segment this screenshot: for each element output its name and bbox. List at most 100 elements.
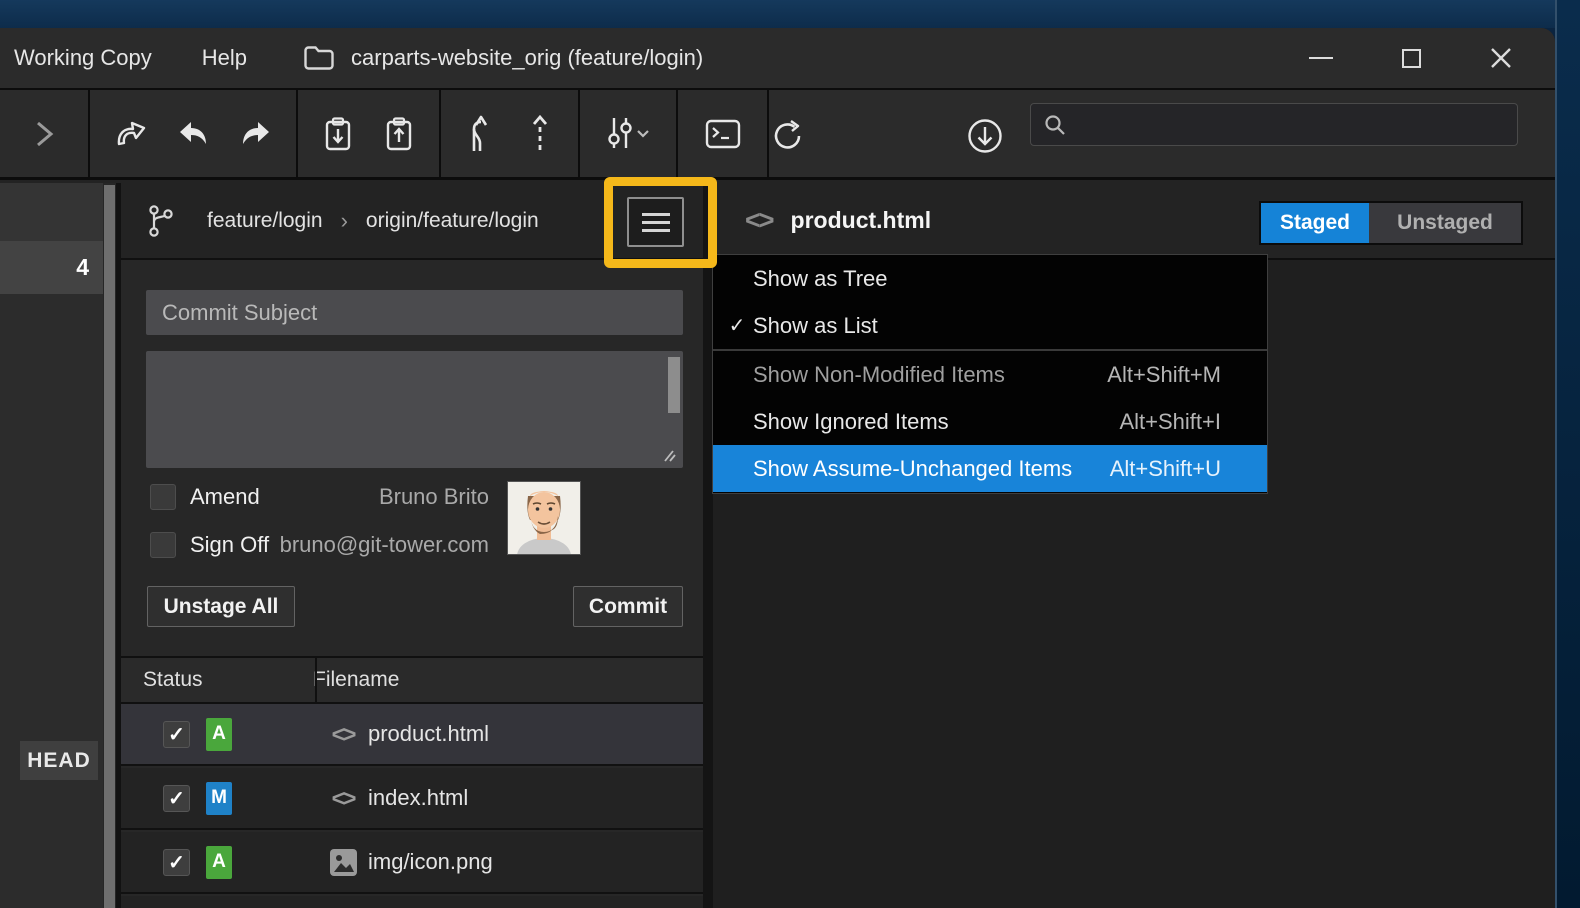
stage-checkbox[interactable]: ✓ [163, 849, 190, 876]
terminal-icon [705, 118, 741, 150]
status-badge: M [206, 782, 232, 815]
merge-button[interactable] [457, 112, 501, 156]
table-row[interactable]: ✓ M <> about.html [121, 896, 703, 908]
table-row[interactable]: ✓ M <> index.html [121, 768, 703, 830]
avatar [507, 481, 581, 555]
clipboard-up-icon [384, 116, 414, 152]
current-branch[interactable]: feature/login [207, 209, 323, 233]
column-divider[interactable] [315, 658, 317, 702]
view-options-button[interactable] [627, 197, 684, 247]
toolbar [0, 88, 1555, 180]
staged-files-table: Status Filename ✓ A <> product.html ✓ M … [121, 656, 703, 908]
stash-button[interactable] [316, 112, 360, 156]
menu-working-copy[interactable]: Working Copy [0, 28, 166, 88]
commit-count-badge: 4 [76, 254, 89, 281]
merge-icon [466, 115, 492, 153]
rail-scrollbar[interactable] [103, 183, 116, 908]
checkout-icon [114, 119, 148, 149]
graph-row[interactable] [0, 183, 103, 241]
window-controls [1302, 28, 1520, 88]
close-button[interactable] [1482, 39, 1520, 77]
expand-sidebar-button[interactable] [22, 112, 66, 156]
branch-bar: feature/login › origin/feature/login [121, 183, 703, 260]
staged-unstaged-toggle: Staged Unstaged [1259, 201, 1523, 245]
filename: index.html [368, 785, 468, 811]
search-box[interactable] [1030, 103, 1518, 146]
refresh-button[interactable] [766, 114, 810, 158]
rail-scrollbar-thumb[interactable] [104, 185, 115, 908]
shortcut-label: Alt+Shift+I [1119, 409, 1221, 435]
stage-checkbox[interactable]: ✓ [163, 785, 190, 812]
working-copy-panel: feature/login › origin/feature/login [121, 183, 703, 908]
author-name: Bruno Brito [379, 484, 489, 510]
terminal-button[interactable] [701, 112, 745, 156]
hamburger-icon [642, 213, 670, 216]
tab-staged[interactable]: Staged [1261, 203, 1369, 243]
refresh-icon [769, 117, 807, 155]
checkmark-icon: ✓ [725, 313, 749, 338]
signoff-checkbox[interactable] [150, 532, 176, 558]
fetch-indicator-button[interactable] [963, 114, 1007, 158]
breadcrumb-chevron-icon: › [341, 208, 348, 234]
checkout-button[interactable] [109, 112, 153, 156]
status-badge: A [206, 846, 232, 879]
status-badge: A [206, 718, 232, 751]
textarea-scrollbar-thumb[interactable] [668, 357, 680, 413]
window-frame-top [0, 0, 1580, 28]
screen: Working Copy Help carparts-website_orig … [0, 0, 1580, 908]
shortcut-label: Alt+Shift+U [1110, 456, 1221, 482]
commit-form: Amend Sign Off Bruno Brito bruno@git-tow… [121, 262, 703, 656]
column-header-status[interactable]: Status [121, 668, 293, 692]
maximize-button[interactable] [1392, 39, 1430, 77]
search-input[interactable] [1067, 114, 1487, 135]
graph-row-selected[interactable]: 4 [0, 241, 103, 294]
commit-message-textarea[interactable] [146, 351, 683, 468]
table-row[interactable]: ✓ A img/icon.png [121, 832, 703, 894]
menu-help[interactable]: Help [188, 28, 261, 88]
stage-checkbox[interactable]: ✓ [163, 721, 190, 748]
menu-item-show-assume-unchanged[interactable]: Show Assume-Unchanged Items Alt+Shift+U [713, 445, 1267, 492]
signoff-label: Sign Off [190, 532, 269, 558]
redo-arrow-icon [240, 120, 272, 148]
table-row[interactable]: ✓ A <> product.html [121, 704, 703, 766]
titlebar: Working Copy Help carparts-website_orig … [0, 28, 1555, 88]
column-header-filename[interactable]: Filename [293, 668, 399, 692]
apply-stash-button[interactable] [377, 112, 421, 156]
git-branch-icon [147, 204, 175, 238]
search-icon [1043, 113, 1067, 137]
shortcut-label: Alt+Shift+M [1107, 362, 1221, 388]
code-file-icon: <> [324, 721, 362, 748]
commit-button[interactable]: Commit [573, 586, 683, 627]
minimize-icon [1309, 57, 1333, 60]
window-title: carparts-website_orig (feature/login) [351, 45, 703, 71]
diff-filename: product.html [791, 207, 932, 234]
unstage-all-button[interactable]: Unstage All [147, 586, 295, 627]
amend-checkbox[interactable] [150, 484, 176, 510]
commit-subject-input[interactable] [146, 290, 683, 335]
undo-arrow-icon [177, 120, 209, 148]
cherry-pick-button[interactable] [518, 112, 562, 156]
history-options-button[interactable] [593, 112, 663, 156]
filename: product.html [368, 721, 489, 747]
pull-button[interactable] [171, 112, 215, 156]
maximize-icon [1402, 49, 1421, 68]
menu-item-show-as-tree[interactable]: Show as Tree [713, 255, 1267, 302]
resize-grip-icon[interactable] [659, 447, 677, 463]
menu-item-show-ignored[interactable]: Show Ignored Items Alt+Shift+I [713, 398, 1267, 445]
code-file-icon: <> [745, 205, 773, 236]
table-header: Status Filename [121, 656, 703, 704]
push-button[interactable] [234, 112, 278, 156]
view-options-menu: Show as Tree ✓ Show as List Show Non-Mod… [712, 254, 1268, 494]
chevron-right-icon [31, 117, 57, 151]
tab-unstaged[interactable]: Unstaged [1369, 203, 1521, 243]
minimize-button[interactable] [1302, 39, 1340, 77]
dashed-arrow-up-icon [529, 115, 551, 153]
code-file-icon: <> [324, 785, 362, 812]
menu-item-show-non-modified[interactable]: Show Non-Modified Items Alt+Shift+M [713, 351, 1267, 398]
menu-item-show-as-list[interactable]: ✓ Show as List [713, 302, 1267, 349]
folder-icon [303, 45, 335, 71]
commit-graph-rail[interactable]: 4 HEAD [0, 183, 103, 908]
window-frame-right [1555, 0, 1580, 908]
tracking-branch[interactable]: origin/feature/login [366, 209, 539, 233]
app-window: Working Copy Help carparts-website_orig … [0, 28, 1555, 908]
